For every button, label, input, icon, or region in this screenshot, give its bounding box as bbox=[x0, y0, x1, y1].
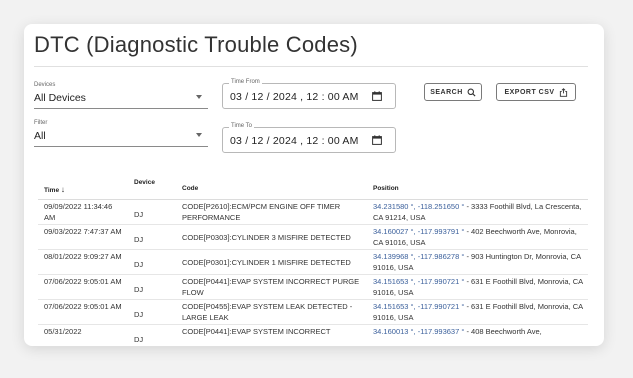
sort-arrow-icon[interactable]: ↓ bbox=[61, 185, 65, 194]
cell-code: CODE[P0441]:EVAP SYSTEM INCORRECT bbox=[182, 327, 331, 336]
table-row[interactable]: 09/03/2022 7:47:37 AM DJ CODE[P0303]:CYL… bbox=[38, 225, 588, 250]
share-icon bbox=[559, 87, 567, 97]
cell-time: 08/01/2022 9:09:27 AM bbox=[44, 252, 122, 261]
coords-link[interactable]: 34.231580 °, -118.251650 ° bbox=[373, 202, 464, 211]
search-icon bbox=[467, 88, 476, 97]
filter-label: Filter bbox=[34, 120, 48, 126]
table-row[interactable]: 07/06/2022 9:05:01 AM DJ CODE[P0441]:EVA… bbox=[38, 275, 588, 300]
time-to-field[interactable]: Time To 03 / 12 / 2024 , 12 : 00 AM bbox=[222, 123, 396, 153]
cell-code: CODE[P0455]:EVAP SYSTEM LEAK DETECTED - … bbox=[182, 302, 353, 322]
coords-link[interactable]: 34.139968 °, -117.986278 ° bbox=[373, 252, 464, 261]
table-header: Time ↓ Device Code Position bbox=[38, 176, 588, 200]
search-button[interactable]: SEARCH bbox=[424, 83, 482, 101]
dtc-table: Time ↓ Device Code Position 09/09/2022 1… bbox=[38, 176, 588, 346]
devices-value: All Devices bbox=[34, 92, 86, 104]
time-from-value: 03 / 12 / 2024 , 12 : 00 AM bbox=[230, 91, 359, 103]
calendar-icon[interactable] bbox=[372, 91, 382, 101]
coords-link[interactable]: 34.160027 °, -117.993791 ° bbox=[373, 227, 464, 236]
cell-device: DJ bbox=[134, 210, 144, 219]
cell-code: CODE[P0441]:EVAP SYSTEM INCORRECT PURGE … bbox=[182, 277, 360, 297]
cell-code: CODE[P0301]:CYLINDER 1 MISFIRE DETECTED bbox=[182, 258, 351, 267]
cell-device: DJ bbox=[134, 335, 144, 344]
time-from-label: Time From bbox=[229, 79, 262, 85]
cell-time: 05/31/2022 bbox=[44, 327, 82, 336]
coords-link[interactable]: 34.160013 °, -117.993637 ° bbox=[373, 327, 464, 336]
time-to-label: Time To bbox=[229, 123, 255, 129]
column-header-code[interactable]: Code bbox=[182, 185, 198, 192]
column-header-device[interactable]: Device bbox=[134, 179, 155, 186]
cell-time: 07/06/2022 9:05:01 AM bbox=[44, 277, 122, 286]
cell-time: 09/09/2022 11:34:46 AM bbox=[44, 202, 113, 222]
cell-device: DJ bbox=[134, 235, 144, 244]
cell-position: 34.231580 °, -118.251650 ° - 3333 Foothi… bbox=[373, 201, 588, 223]
devices-select[interactable]: Devices All Devices bbox=[34, 82, 208, 109]
time-header-label: Time bbox=[44, 187, 60, 194]
address-text: - 408 Beechworth Ave, bbox=[464, 327, 542, 336]
coords-link[interactable]: 34.151653 °, -117.990721 ° bbox=[373, 277, 464, 286]
chevron-down-icon bbox=[196, 95, 202, 99]
cell-device: DJ bbox=[134, 285, 144, 294]
calendar-icon[interactable] bbox=[372, 135, 382, 145]
time-from-field[interactable]: Time From 03 / 12 / 2024 , 12 : 00 AM bbox=[222, 79, 396, 109]
cell-time: 09/03/2022 7:47:37 AM bbox=[44, 227, 122, 236]
table-row[interactable]: 05/31/2022 DJ CODE[P0441]:EVAP SYSTEM IN… bbox=[38, 325, 588, 346]
table-row[interactable]: 09/09/2022 11:34:46 AM DJ CODE[P2610]:EC… bbox=[38, 200, 588, 225]
coords-link[interactable]: 34.151653 °, -117.990721 ° bbox=[373, 302, 464, 311]
column-header-position[interactable]: Position bbox=[373, 185, 399, 192]
cell-position: 34.151653 °, -117.990721 ° - 631 E Footh… bbox=[373, 276, 588, 298]
cell-code: CODE[P0303]:CYLINDER 3 MISFIRE DETECTED bbox=[182, 233, 351, 242]
filter-select[interactable]: Filter All bbox=[34, 120, 208, 147]
chevron-down-icon bbox=[196, 133, 202, 137]
dtc-card: DTC (Diagnostic Trouble Codes) Devices A… bbox=[24, 24, 604, 346]
title-divider bbox=[34, 66, 588, 67]
devices-label: Devices bbox=[34, 82, 56, 88]
export-csv-button[interactable]: EXPORT CSV bbox=[496, 83, 576, 101]
export-csv-label: EXPORT CSV bbox=[504, 88, 555, 96]
cell-device: DJ bbox=[134, 260, 144, 269]
time-to-value: 03 / 12 / 2024 , 12 : 00 AM bbox=[230, 135, 359, 147]
filter-value: All bbox=[34, 130, 46, 142]
cell-position: 34.160027 °, -117.993791 ° - 402 Beechwo… bbox=[373, 226, 588, 248]
cell-position: 34.151653 °, -117.990721 ° - 631 E Footh… bbox=[373, 301, 588, 323]
cell-code: CODE[P2610]:ECM/PCM ENGINE OFF TIMER PER… bbox=[182, 202, 341, 222]
cell-position: 34.139968 °, -117.986278 ° - 903 Hunting… bbox=[373, 251, 588, 273]
table-row[interactable]: 07/06/2022 9:05:01 AM DJ CODE[P0455]:EVA… bbox=[38, 300, 588, 325]
cell-device: DJ bbox=[134, 310, 144, 319]
column-header-time[interactable]: Time ↓ bbox=[44, 185, 65, 194]
table-row[interactable]: 08/01/2022 9:09:27 AM DJ CODE[P0301]:CYL… bbox=[38, 250, 588, 275]
search-button-label: SEARCH bbox=[430, 88, 463, 96]
cell-time: 07/06/2022 9:05:01 AM bbox=[44, 302, 122, 311]
page-title: DTC (Diagnostic Trouble Codes) bbox=[34, 32, 358, 57]
cell-position: 34.160013 °, -117.993637 ° - 408 Beechwo… bbox=[373, 326, 588, 337]
